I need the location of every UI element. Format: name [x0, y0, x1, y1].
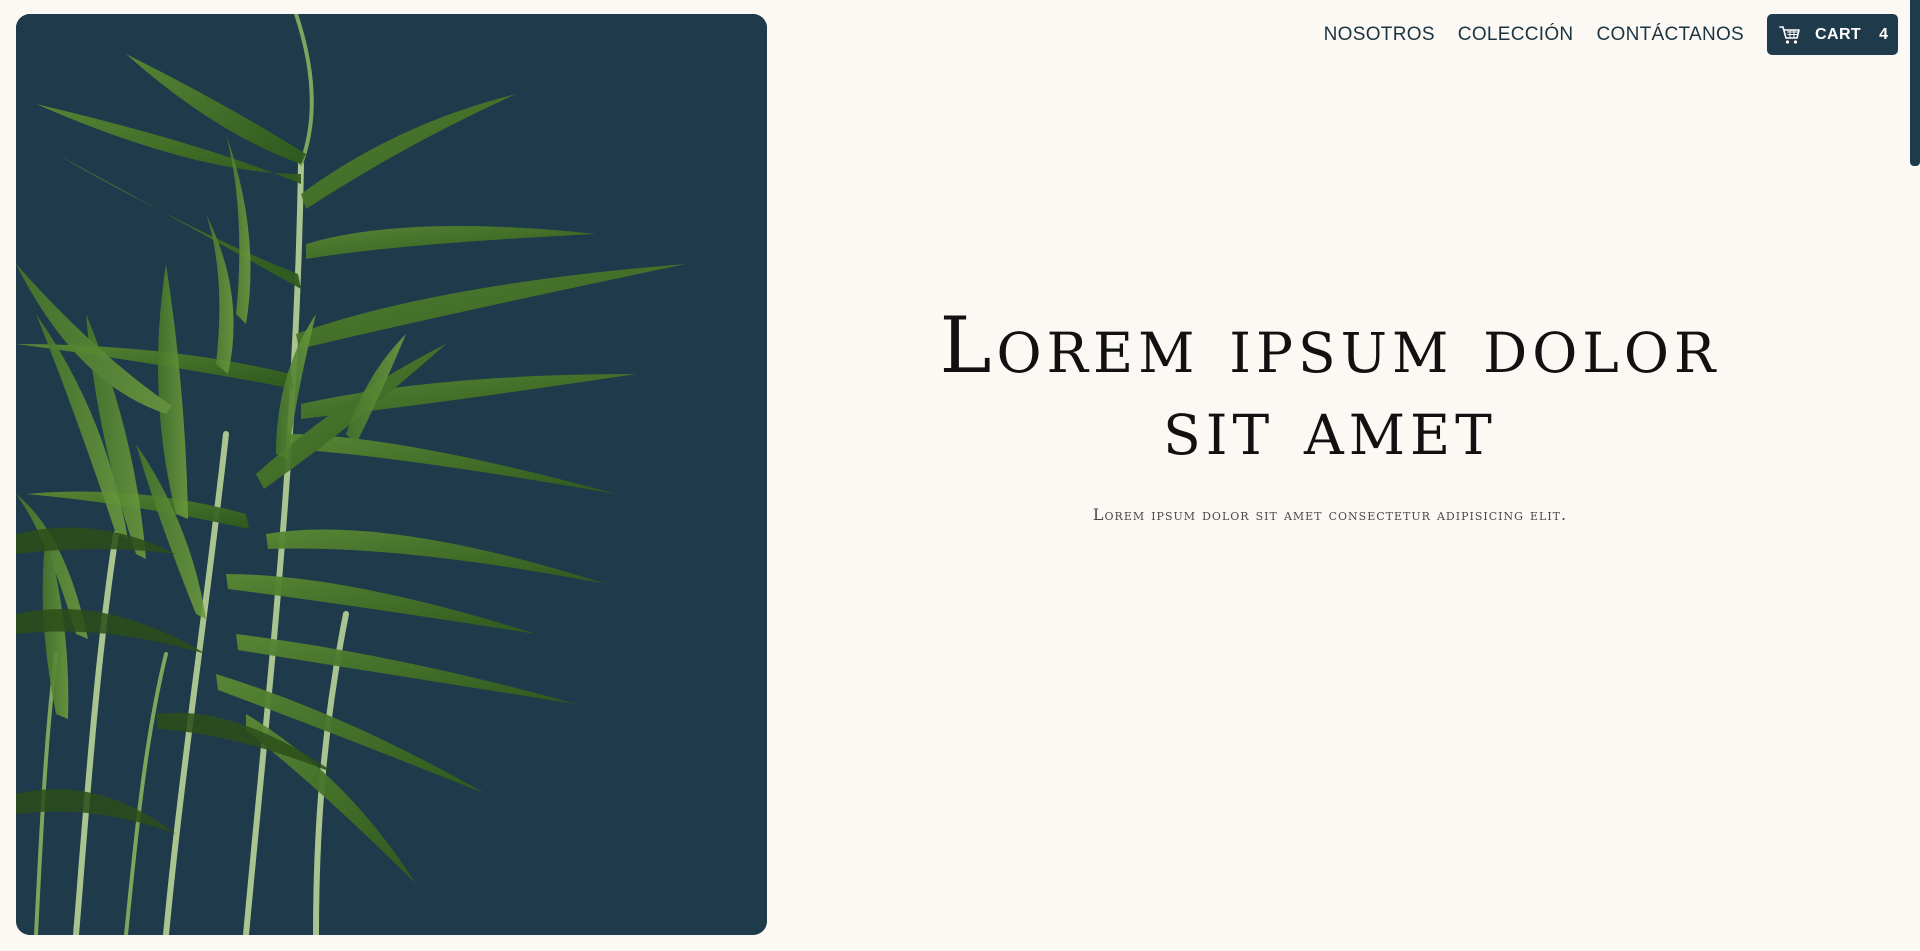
shopping-cart-icon	[1779, 25, 1801, 45]
cart-count-badge: 4	[1879, 25, 1888, 43]
scrollbar-thumb[interactable]	[1910, 0, 1920, 166]
nav-link-nosotros[interactable]: NOSOTROS	[1324, 24, 1435, 46]
nav-link-contactanos[interactable]: CONTÁCTANOS	[1596, 24, 1744, 46]
cart-label: CART	[1815, 25, 1862, 43]
hero-text: Lorem ipsum dolor sit amet Lorem ipsum d…	[930, 305, 1730, 524]
hero-subtitle: Lorem ipsum dolor sit amet consectetur a…	[1092, 505, 1568, 524]
scrollbar[interactable]	[1910, 0, 1920, 951]
landing-page: NOSOTROS COLECCIÓN CONTÁCTANOS CART 4 Lo…	[0, 0, 1920, 951]
hero-headline: Lorem ipsum dolor sit amet	[939, 301, 1721, 473]
nav-link-coleccion[interactable]: COLECCIÓN	[1458, 24, 1574, 46]
cart-button[interactable]: CART 4	[1767, 14, 1898, 55]
hero-plant-image	[16, 14, 767, 935]
top-nav: NOSOTROS COLECCIÓN CONTÁCTANOS CART 4	[1324, 14, 1898, 55]
